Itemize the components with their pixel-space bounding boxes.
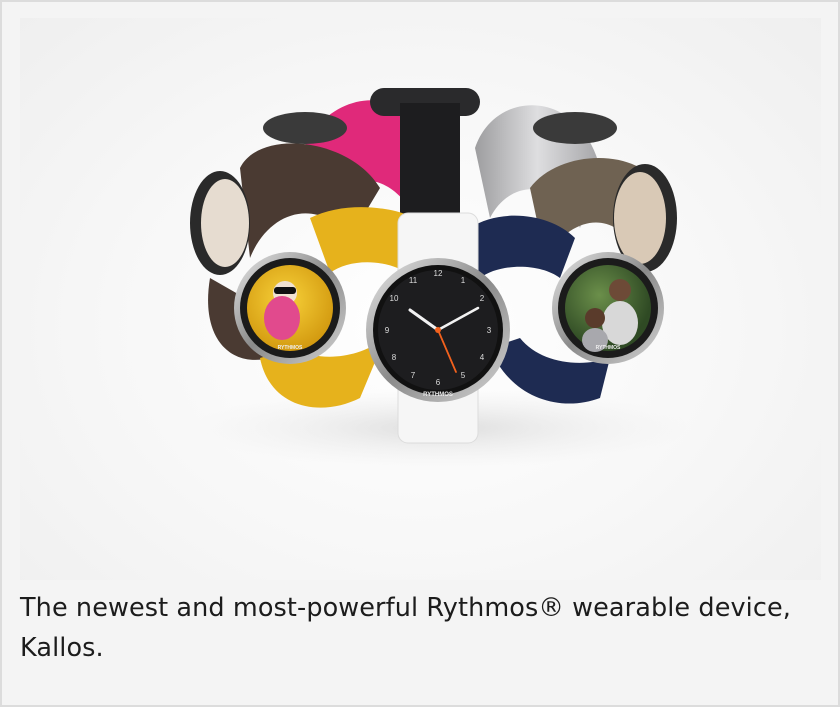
svg-text:5: 5 bbox=[461, 371, 466, 380]
watch-right-photo: RYTHMOS bbox=[552, 252, 664, 364]
svg-text:RYTHMOS: RYTHMOS bbox=[278, 345, 303, 351]
svg-text:1: 1 bbox=[461, 276, 466, 285]
product-card: RYTHMOS RYTHMOS 12 1 2 3 4 5 6 7 8 9 10 … bbox=[0, 0, 840, 707]
svg-text:11: 11 bbox=[409, 276, 418, 285]
svg-text:2: 2 bbox=[480, 294, 485, 303]
svg-text:12: 12 bbox=[434, 269, 443, 278]
product-photo: RYTHMOS RYTHMOS 12 1 2 3 4 5 6 7 8 9 10 … bbox=[20, 18, 821, 580]
svg-text:RYTHMOS: RYTHMOS bbox=[596, 345, 621, 351]
watch-left-photo: RYTHMOS bbox=[234, 252, 346, 364]
watch-center-analog: 12 1 2 3 4 5 6 7 8 9 10 11 RYTHMOS bbox=[366, 258, 510, 402]
svg-text:10: 10 bbox=[390, 294, 399, 303]
svg-text:3: 3 bbox=[487, 326, 492, 335]
svg-text:8: 8 bbox=[392, 353, 397, 362]
svg-text:RYTHMOS: RYTHMOS bbox=[423, 392, 453, 398]
product-caption: The newest and most-powerful Rythmos® we… bbox=[20, 593, 791, 663]
svg-text:7: 7 bbox=[411, 371, 416, 380]
watch-collection-image: RYTHMOS RYTHMOS 12 1 2 3 4 5 6 7 8 9 10 … bbox=[190, 88, 690, 468]
svg-text:4: 4 bbox=[480, 353, 485, 362]
svg-text:9: 9 bbox=[385, 326, 390, 335]
svg-text:6: 6 bbox=[436, 378, 441, 387]
